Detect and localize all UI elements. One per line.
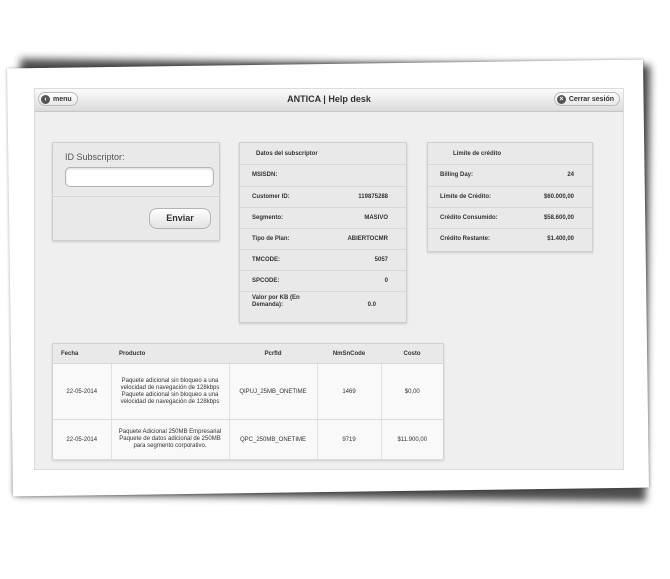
cell-fecha: 22-05-2014 [52,419,112,460]
credit-row-consumido: Crédito Consumido: $58.600,00 [428,207,592,229]
subscriber-data-panel: Datos del subscriptor MSISDN: Customer I… [239,142,407,323]
row-label: Segmento: [252,215,284,221]
row-label: SPCODE: [252,278,280,284]
credit-limit-panel: Limite de crédito Billing Day: 24 Limite… [427,142,593,252]
column-header-fecha: Fecha [52,343,111,364]
cell-nmsncode: 9719 [317,419,382,460]
cell-costo: $11.900,00 [381,419,444,460]
row-label: Customer ID: [252,194,290,200]
row-value: 0.0 [367,302,376,308]
row-label: TMCODE: [252,257,280,263]
close-icon: × [556,94,566,104]
row-value: $58.600,00 [543,215,574,221]
enviar-button[interactable]: Enviar [149,208,211,229]
row-value: $60.000,00 [543,194,574,200]
data-row-customer-id: Customer ID: 119875288 [240,186,406,208]
table-header-row: Fecha Producto Pcrfld NmSnCode Costo [52,343,444,364]
column-header-producto: Producto [111,343,229,364]
cell-pcrfld: QIPUJ_25MB_ONETIME [229,363,318,420]
cell-nmsncode: 1469 [317,363,382,420]
divider [53,196,219,197]
transactions-table: Fecha Producto Pcrfld NmSnCode Costo 22-… [52,343,444,460]
page-title: ANTICA | Help desk [287,94,371,104]
row-label: Tipo de Plan: [252,236,290,242]
row-value: 5057 [374,257,388,263]
credit-limit-title: Limite de crédito [453,151,502,157]
data-row-msisdn: MSISDN: [240,164,406,186]
header-bar: ‹ menu ANTICA | Help desk × Cerrar sesió… [35,89,623,112]
data-row-spcode: SPCODE: 0 [240,270,406,292]
table-row[interactable]: 22-05-2014 Paquete Adicional 250MB Empre… [52,419,444,460]
row-value: 24 [567,172,574,178]
subscriber-form-panel: ID Subscriptor: Enviar [52,142,220,241]
row-value: $1.400,00 [547,236,574,242]
row-label: Crédito Consumido: [440,215,498,221]
table-row[interactable]: 22-05-2014 Paquete adicional sin bloqueo… [52,363,444,420]
credit-row-restante: Crédito Restante: $1.400,00 [428,228,592,250]
row-label: Crédito Restante: [440,236,491,242]
row-value: 119875288 [358,194,388,200]
logout-button[interactable]: × Cerrar sesión [553,92,620,106]
row-label: Limite de Crédito: [440,194,492,200]
cell-pcrfld: QPC_250MB_ONETIME [229,419,318,460]
column-header-costo: Costo [381,343,444,364]
cell-fecha: 22-05-2014 [52,363,112,420]
column-header-pcrfld: Pcrfld [229,343,317,364]
row-value: MASIVO [364,215,388,221]
subscriber-data-title: Datos del subscriptor [256,151,318,157]
row-value: 0 [384,278,388,284]
logout-label: Cerrar sesión [568,95,614,103]
data-row-valor-kb: Valor por KB (En Demanda): 0.0 [240,291,406,322]
row-value: ABIERTOCMR [347,236,388,242]
row-label: Valor por KB (En Demanda): [252,295,300,308]
app-window: ‹ menu ANTICA | Help desk × Cerrar sesió… [34,88,624,470]
data-row-tipo-plan: Tipo de Plan: ABIERTOCMR [240,228,406,250]
column-header-nmsncode: NmSnCode [317,343,381,364]
credit-row-limite: Limite de Crédito: $60.000,00 [428,186,592,208]
data-row-segmento: Segmento: MASIVO [240,207,406,229]
credit-row-billing-day: Billing Day: 24 [428,164,592,186]
cell-producto: Paquete adicional sin bloqueo a una velo… [111,363,230,420]
subscriber-id-label: ID Subscriptor: [65,152,125,162]
row-label: MSISDN: [252,172,278,178]
data-row-tmcode: TMCODE: 5057 [240,249,406,271]
cell-producto: Paquete Adicional 250MB Empresarial Paqu… [111,419,230,460]
cell-costo: $0,00 [381,363,444,420]
subscriber-id-input[interactable] [65,167,214,187]
row-label: Billing Day: [440,172,474,178]
